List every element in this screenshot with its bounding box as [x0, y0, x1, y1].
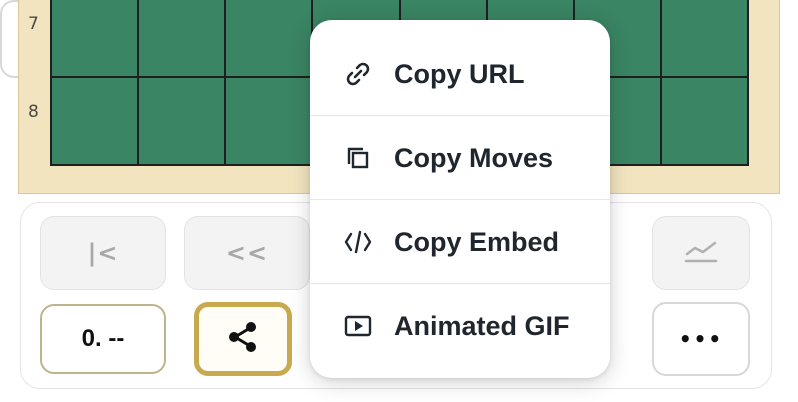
menu-item-animated-gif[interactable]: Animated GIF: [310, 284, 610, 368]
menu-item-label: Copy Moves: [394, 142, 554, 173]
copy-icon: [342, 142, 374, 174]
play-icon: [342, 310, 374, 342]
board-square[interactable]: [661, 0, 749, 78]
menu-item-label: Copy URL: [394, 58, 525, 89]
previous-move-button[interactable]: <<: [184, 216, 310, 290]
rank-label-8: 8: [28, 102, 39, 122]
link-icon: [342, 58, 374, 90]
share-button[interactable]: [194, 302, 292, 376]
rank-label-7: 7: [28, 14, 39, 34]
menu-item-label: Animated GIF: [394, 310, 570, 341]
board-square[interactable]: [139, 78, 227, 166]
chart-icon: [683, 238, 719, 269]
share-icon: [226, 320, 260, 359]
board-square[interactable]: [139, 0, 227, 78]
board-square[interactable]: [52, 78, 140, 166]
more-options-button[interactable]: •••: [652, 302, 750, 376]
menu-item-copy-moves[interactable]: Copy Moves: [310, 116, 610, 200]
code-icon: [342, 226, 374, 258]
first-move-button[interactable]: |<: [40, 216, 166, 290]
menu-item-label: Copy Embed: [394, 226, 560, 257]
board-square[interactable]: [226, 0, 314, 78]
move-number-button[interactable]: 0. --: [40, 304, 166, 374]
menu-item-copy-url[interactable]: Copy URL: [310, 32, 610, 116]
board-square[interactable]: [52, 0, 140, 78]
more-icon: •••: [678, 327, 724, 351]
board-square[interactable]: [661, 78, 749, 166]
board-square[interactable]: [226, 78, 314, 166]
menu-item-copy-embed[interactable]: Copy Embed: [310, 200, 610, 284]
analysis-button[interactable]: [652, 216, 750, 290]
share-menu: Copy URL Copy Moves Copy Embed Animated …: [310, 20, 610, 378]
